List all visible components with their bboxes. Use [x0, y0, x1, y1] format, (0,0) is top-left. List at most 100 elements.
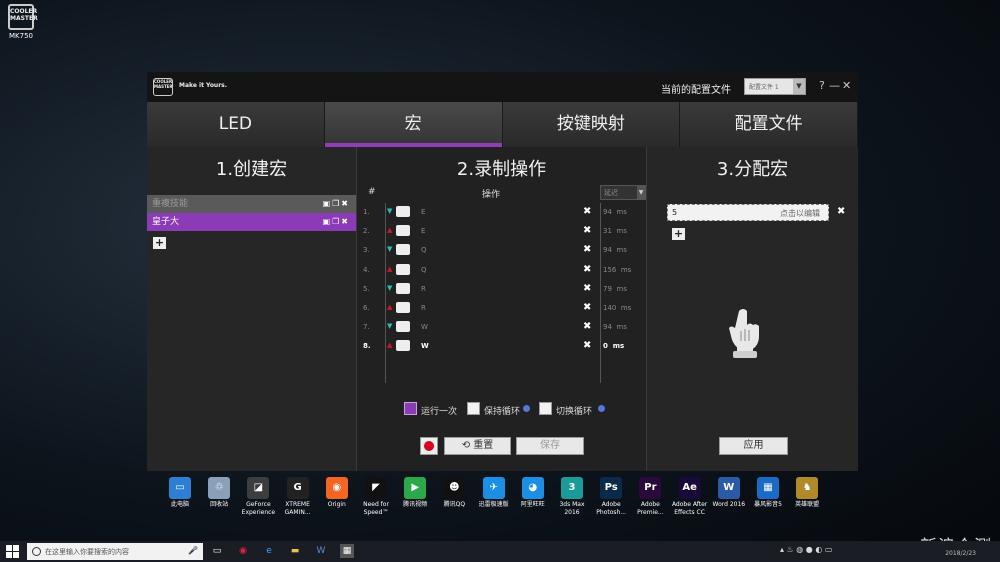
- desktop-shortcut[interactable]: ◉ Origin: [317, 474, 357, 509]
- delay-value[interactable]: 79 ms: [603, 285, 627, 293]
- assigned-key: 5: [672, 208, 678, 217]
- delay-value[interactable]: 94 ms: [603, 208, 627, 216]
- desktop-shortcut[interactable]: Ps Adobe Photosh...: [591, 474, 631, 517]
- delete-step-button[interactable]: ✖: [583, 225, 591, 236]
- delete-assignment-button[interactable]: ✖: [837, 206, 845, 217]
- delay-value[interactable]: 156 ms: [603, 266, 631, 274]
- record-row[interactable]: 5. ▼ R ✖ 79 ms: [357, 280, 648, 299]
- delete-step-button[interactable]: ✖: [583, 264, 591, 275]
- delay-unit: ms: [616, 246, 627, 255]
- desktop-shortcut[interactable]: G XTREME GAMIN...: [278, 474, 318, 517]
- record-row[interactable]: 4. ▲ Q ✖ 156 ms: [357, 261, 648, 280]
- macro-list-item-selected[interactable]: 皇子大 ▣❐✖: [147, 213, 356, 231]
- add-macro-button[interactable]: +: [153, 237, 166, 249]
- delete-step-button[interactable]: ✖: [583, 321, 591, 332]
- delete-step-button[interactable]: ✖: [583, 340, 591, 351]
- info-icon[interactable]: [523, 405, 530, 412]
- delay-value[interactable]: 140 ms: [603, 304, 631, 312]
- delay-value[interactable]: 31 ms: [603, 227, 627, 235]
- minimize-button[interactable]: —: [829, 79, 840, 92]
- save-button[interactable]: 保存: [516, 437, 584, 455]
- desktop-shortcut[interactable]: ◕ 阿里旺旺: [513, 474, 553, 509]
- record-row[interactable]: 8. ▲ W ✖ 0 ms: [357, 337, 648, 356]
- task-view-icon[interactable]: ▭: [210, 544, 224, 558]
- windows-start-icon[interactable]: [6, 545, 19, 558]
- desktop-shortcut[interactable]: ▶ 腾讯视频: [395, 474, 435, 509]
- macro-row-actions-icon[interactable]: ▣❐✖: [323, 195, 350, 213]
- delay-value[interactable]: 94 ms: [603, 323, 627, 331]
- file-explorer-icon[interactable]: ▬: [288, 544, 302, 558]
- apply-button[interactable]: 应用: [719, 437, 788, 455]
- netease-music-icon[interactable]: ◉: [236, 544, 250, 558]
- desktop-shortcut[interactable]: Ae Adobe After Effects CC: [670, 474, 710, 517]
- reset-button[interactable]: ⟲ 重置: [444, 437, 511, 455]
- slogan: Make it Yours.: [179, 82, 228, 89]
- shortcut-label: GeForce Experience: [241, 501, 276, 516]
- record-row[interactable]: 3. ▼ Q ✖ 94 ms: [357, 241, 648, 260]
- desktop-shortcut[interactable]: ♞ 英雄联盟: [787, 474, 827, 509]
- delay-value[interactable]: 0 ms: [603, 342, 624, 350]
- desktop-shortcut[interactable]: ▭ 此电脑: [160, 474, 200, 509]
- record-row[interactable]: 2. ▲ E ✖ 31 ms: [357, 222, 648, 241]
- run-once-checkbox[interactable]: [404, 402, 417, 415]
- cortana-icon: [32, 547, 41, 556]
- delay-unit: ms: [616, 323, 627, 332]
- toggle-loop-label: 切换循环: [556, 407, 593, 417]
- microphone-icon[interactable]: 🎤: [188, 546, 198, 555]
- delete-step-button[interactable]: ✖: [583, 206, 591, 217]
- record-button[interactable]: [420, 437, 438, 455]
- desktop-app-icon[interactable]: COOLER MASTER MK750: [6, 4, 38, 40]
- macro-list-item[interactable]: 重複技能 ▣❐✖: [147, 195, 356, 213]
- delay-value[interactable]: 94 ms: [603, 246, 627, 254]
- toggle-loop-checkbox[interactable]: [539, 402, 552, 415]
- help-button[interactable]: ?: [819, 79, 825, 92]
- macro-row-actions-icon[interactable]: ▣❐✖: [323, 213, 350, 231]
- key-name: R: [421, 304, 426, 312]
- tab-led[interactable]: LED: [147, 102, 325, 147]
- desktop-shortcut[interactable]: 3 3ds Max 2016: [552, 474, 592, 517]
- tab-key-mapping[interactable]: 按键映射: [502, 102, 681, 147]
- desktop-shortcut[interactable]: ☻ 腾讯QQ: [434, 474, 474, 509]
- shortcut-icon: ♲: [208, 477, 231, 499]
- desktop-shortcut[interactable]: ◤ Need for Speed™: [356, 474, 396, 517]
- delay-unit: ms: [612, 342, 625, 351]
- word-icon[interactable]: W: [314, 544, 328, 558]
- desktop-shortcut[interactable]: ▦ 暴风影音5: [748, 474, 788, 509]
- taskbar-search[interactable]: 在这里输入你要搜索的内容 🎤: [27, 543, 203, 560]
- profile-select-value: 配置文件 1: [749, 84, 779, 91]
- delete-step-button[interactable]: ✖: [583, 302, 591, 313]
- reset-icon: ⟲: [461, 440, 474, 451]
- assigned-key-field[interactable]: 5 点击以编辑: [667, 204, 829, 221]
- record-row[interactable]: 7. ▼ W ✖ 94 ms: [357, 318, 648, 337]
- profile-select[interactable]: 配置文件 1 ▼: [744, 78, 806, 95]
- delay-select[interactable]: 延迟 ▼: [600, 185, 646, 200]
- close-button[interactable]: ✕: [842, 79, 851, 92]
- desktop-shortcut[interactable]: Pr Adobe Premie...: [630, 474, 670, 517]
- tray-icons[interactable]: ▴ ♨ ◍ ● ◐ ▭: [780, 545, 832, 554]
- tab-profiles[interactable]: 配置文件: [680, 102, 858, 147]
- shortcut-label: 阿里旺旺: [520, 501, 545, 508]
- record-row[interactable]: 6. ▲ R ✖ 140 ms: [357, 299, 648, 318]
- record-panel: 2.录制操作 # 操作 延迟 ▼ 1. ▼ E ✖ 94 ms 2. ▲ E ✖ 31 ms 3. ▼…: [356, 147, 648, 471]
- tab-macro[interactable]: 宏: [324, 102, 503, 147]
- record-row[interactable]: 1. ▼ E ✖ 94 ms: [357, 203, 648, 222]
- desktop-shortcut[interactable]: W Word 2016: [709, 474, 749, 509]
- record-title: 2.录制操作: [456, 159, 547, 180]
- cooler-master-logo-icon: COOLER MASTER: [8, 4, 38, 30]
- add-assignment-button[interactable]: +: [672, 228, 685, 240]
- desktop-shortcut[interactable]: ◪ GeForce Experience: [238, 474, 278, 517]
- shortcut-icon: ☻: [443, 477, 466, 499]
- key-direction-icon: ▼: [387, 283, 393, 292]
- delete-step-button[interactable]: ✖: [583, 244, 591, 255]
- info-icon[interactable]: [598, 405, 605, 412]
- shortcut-label: Adobe Premie...: [637, 501, 664, 516]
- key-name: E: [421, 208, 426, 216]
- desktop-shortcut[interactable]: ♲ 回收站: [199, 474, 239, 509]
- hold-loop-checkbox[interactable]: [467, 402, 480, 415]
- desktop-app-label: MK750: [9, 32, 33, 40]
- edge-icon[interactable]: e: [262, 544, 276, 558]
- delay-unit: ms: [616, 227, 627, 236]
- cooler-master-taskbar-icon[interactable]: ▦: [340, 544, 354, 558]
- desktop-shortcut[interactable]: ✈ 迅雷极速版: [474, 474, 514, 509]
- delete-step-button[interactable]: ✖: [583, 283, 591, 294]
